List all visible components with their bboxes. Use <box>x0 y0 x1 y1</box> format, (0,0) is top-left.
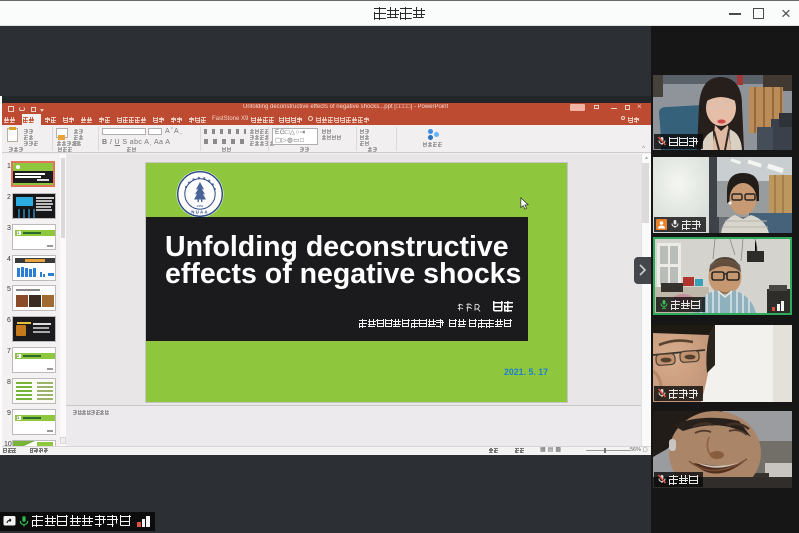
svg-text:NUAA: NUAA <box>191 210 208 215</box>
svg-text:1952: 1952 <box>197 204 204 208</box>
